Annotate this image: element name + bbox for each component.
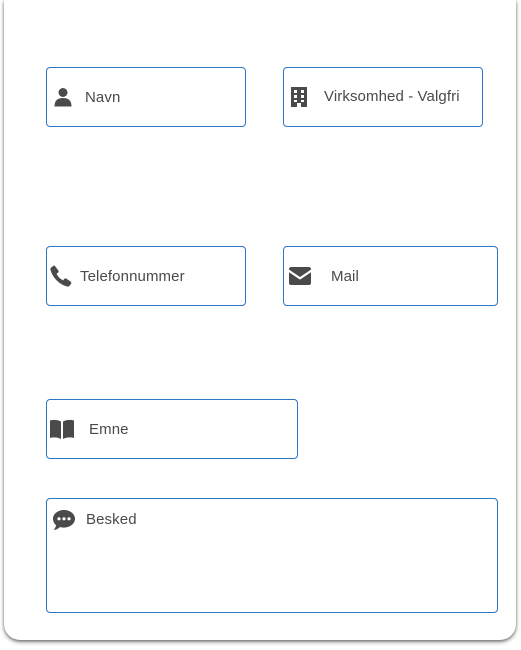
phone-field[interactable]: Telefonnummer [46, 246, 246, 306]
mail-field[interactable]: Mail [283, 246, 498, 306]
company-field[interactable]: Virksomhed - Valgfri [283, 67, 483, 127]
envelope-icon [288, 266, 312, 286]
phone-field-placeholder: Telefonnummer [80, 268, 185, 285]
message-textarea[interactable]: Besked [46, 498, 498, 613]
name-field-placeholder: Navn [85, 89, 121, 106]
company-field-placeholder: Virksomhed - Valgfri [324, 88, 460, 105]
comment-dots-icon [52, 509, 76, 531]
subject-field-placeholder: Emne [89, 421, 129, 438]
mail-field-placeholder: Mail [331, 268, 359, 285]
subject-field[interactable]: Emne [46, 399, 298, 459]
book-icon [49, 418, 75, 440]
user-icon [53, 87, 73, 107]
name-field[interactable]: Navn [46, 67, 246, 127]
building-icon [290, 86, 308, 108]
message-textarea-placeholder: Besked [86, 511, 137, 528]
phone-icon [50, 265, 72, 287]
